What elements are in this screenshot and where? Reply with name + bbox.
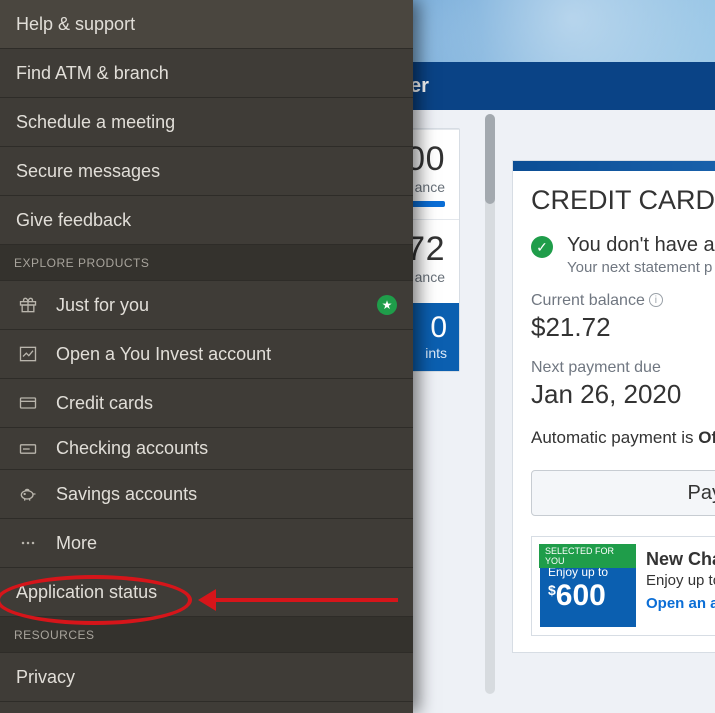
- menu-schedule-meeting[interactable]: Schedule a meeting: [0, 98, 413, 147]
- menu-more[interactable]: More: [0, 519, 413, 568]
- menu-checking[interactable]: Checking accounts: [0, 428, 413, 470]
- pay-card-button[interactable]: Pay card: [531, 470, 715, 516]
- check-icon: ✓: [531, 236, 553, 258]
- menu-help-support[interactable]: Help & support: [0, 0, 413, 49]
- card-icon: [16, 391, 40, 415]
- chart-icon: [16, 342, 40, 366]
- offer-tile-amount: 600: [556, 579, 606, 612]
- next-payment-label: Next payment due: [531, 359, 715, 377]
- menu-give-feedback[interactable]: Give feedback: [0, 196, 413, 245]
- checkbook-icon: [16, 437, 40, 461]
- section-explore-products: Explore products: [0, 245, 413, 281]
- alert-title: You don't have a p: [567, 234, 715, 257]
- menu-privacy[interactable]: Privacy: [0, 653, 413, 702]
- autopay-status: Automatic payment is Off.: [531, 428, 715, 448]
- offer-box[interactable]: SELECTED FOR YOU Enjoy up to $600 New Ch…: [531, 536, 715, 636]
- current-balance-value: $21.72: [531, 312, 715, 343]
- alert-subtitle: Your next statement p: [567, 259, 715, 276]
- current-balance-label: Current balance: [531, 292, 645, 309]
- piggybank-icon: [16, 482, 40, 506]
- star-badge-icon: ★: [377, 295, 397, 315]
- credit-card-panel: CREDIT CARD (...19 ✓ You don't have a p …: [512, 160, 715, 653]
- content-scrollbar[interactable]: [485, 114, 495, 694]
- offer-subtitle: Enjoy up to: [646, 572, 715, 589]
- more-icon: [16, 531, 40, 555]
- menu-savings[interactable]: Savings accounts: [0, 470, 413, 519]
- menu-application-status[interactable]: Application status: [0, 568, 413, 617]
- menu-secure-messages[interactable]: Secure messages: [0, 147, 413, 196]
- section-resources: Resources: [0, 617, 413, 653]
- menu-you-invest[interactable]: Open a You Invest account: [0, 330, 413, 379]
- next-payment-value: Jan 26, 2020: [531, 379, 715, 410]
- offer-link[interactable]: Open an a: [646, 595, 715, 612]
- info-icon[interactable]: i: [649, 293, 663, 307]
- credit-card-title: CREDIT CARD: [531, 185, 715, 215]
- offer-title: New Cha: [646, 549, 715, 570]
- side-menu: Help & support Find ATM & branch Schedul…: [0, 0, 413, 713]
- menu-credit-cards[interactable]: Credit cards: [0, 379, 413, 428]
- offer-badge: SELECTED FOR YOU: [539, 544, 636, 568]
- menu-just-for-you[interactable]: Just for you ★: [0, 281, 413, 330]
- gift-icon: [16, 293, 40, 317]
- menu-find-atm[interactable]: Find ATM & branch: [0, 49, 413, 98]
